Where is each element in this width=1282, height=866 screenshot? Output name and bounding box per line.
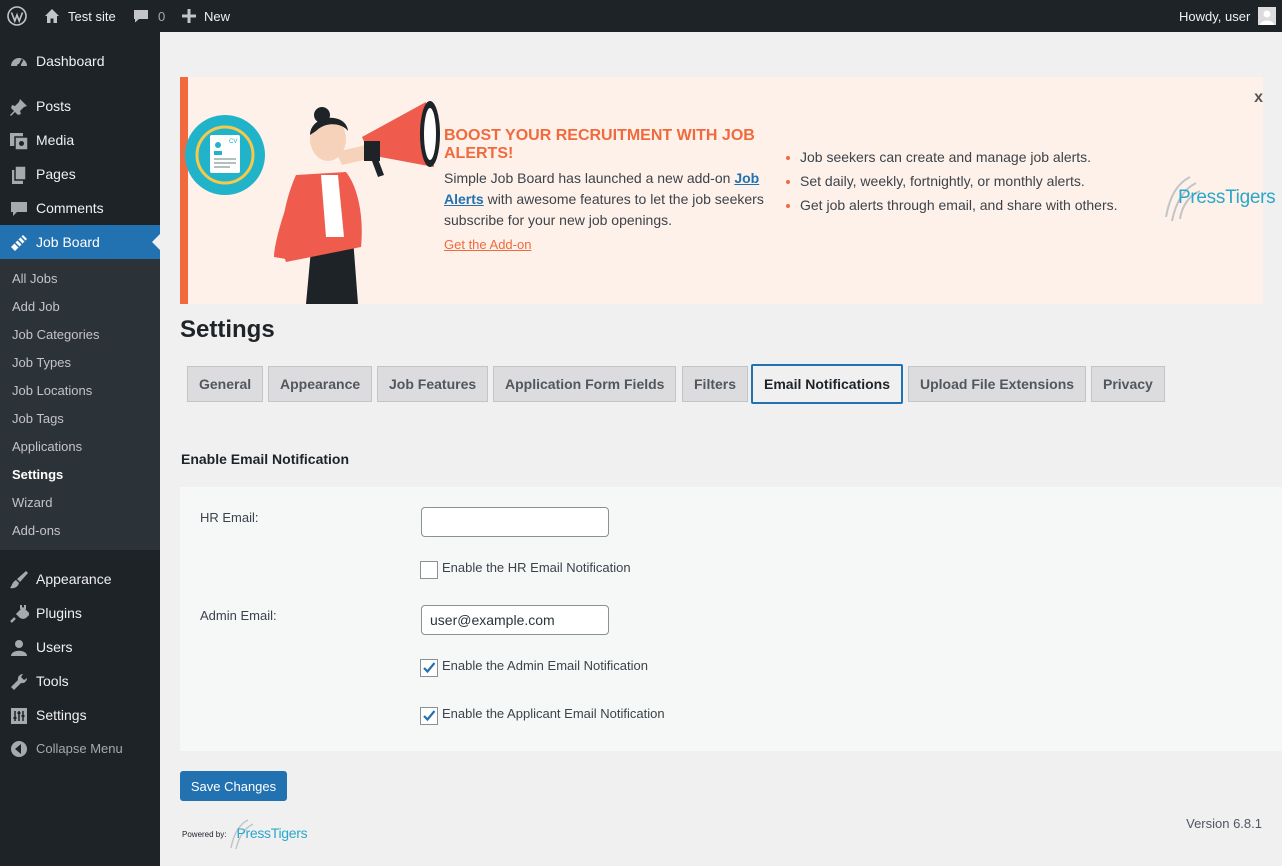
plus-icon	[182, 9, 196, 23]
sidebar-item-dashboard[interactable]: Dashboard	[0, 44, 160, 78]
submenu-job-types[interactable]: Job Types	[12, 355, 71, 370]
job-alerts-banner: CV BOOST YOUR RECRUITMENT WITH JOB ALERT…	[180, 77, 1276, 307]
admin-sidebar: Dashboard Posts Media Pages Comments Job…	[0, 32, 160, 866]
hr-email-input[interactable]	[421, 507, 609, 537]
site-name-link[interactable]: Test site	[44, 0, 116, 32]
banner-title: BOOST YOUR RECRUITMENT WITH JOB ALERTS!	[444, 127, 755, 162]
pages-icon	[9, 165, 29, 185]
collapse-arrow-icon	[9, 739, 29, 759]
section-title: Enable Email Notification	[181, 451, 350, 467]
banner-text-after: with awesome features to let the job see…	[444, 191, 764, 228]
dashboard-icon	[9, 52, 29, 72]
sidebar-item-plugins[interactable]: Plugins	[0, 596, 160, 630]
save-changes-button[interactable]: Save Changes	[180, 771, 287, 801]
job-board-submenu: All Jobs Add Job Job Categories Job Type…	[0, 259, 160, 550]
presstigers-banner-logo: PressTigers	[1160, 173, 1276, 223]
comments-count: 0	[158, 8, 166, 24]
banner-feature: Get job alerts through email, and share …	[786, 197, 1118, 221]
account-menu[interactable]: Howdy, user	[1179, 0, 1277, 32]
avatar	[1258, 7, 1277, 25]
admin-bar: Test site 0 New Howdy, user	[0, 0, 1282, 32]
presstigers-footer-logo-text: PressTigers	[236, 825, 308, 841]
submenu-wizard[interactable]: Wizard	[12, 495, 52, 510]
admin-email-checkbox-label: Enable the Admin Email Notification	[442, 658, 648, 673]
comment-icon	[9, 199, 29, 219]
sidebar-item-appearance[interactable]: Appearance	[0, 562, 160, 596]
new-content-link[interactable]: New	[182, 0, 230, 32]
submenu-add-ons[interactable]: Add-ons	[12, 523, 60, 538]
submenu-job-categories[interactable]: Job Categories	[12, 327, 99, 342]
page-title: Settings	[180, 316, 275, 343]
presstigers-footer-logo: PressTigers	[230, 818, 308, 850]
powered-by-label: Powered by:	[182, 829, 227, 839]
applicant-email-checkbox[interactable]	[420, 707, 438, 725]
banner-feature: Job seekers can create and manage job al…	[786, 149, 1118, 173]
applicant-email-checkbox-label: Enable the Applicant Email Notification	[442, 706, 665, 721]
sidebar-item-pages[interactable]: Pages	[0, 157, 160, 191]
hr-email-label: HR Email:	[200, 510, 259, 525]
sidebar-item-posts[interactable]: Posts	[0, 89, 160, 123]
users-icon	[9, 638, 29, 658]
site-name: Test site	[68, 8, 116, 24]
banner-feature: Set daily, weekly, fortnightly, or month…	[786, 173, 1118, 197]
sidebar-item-settings[interactable]: Settings	[0, 698, 160, 732]
hr-email-checkbox-label: Enable the HR Email Notification	[442, 560, 631, 575]
sidebar-item-job-board[interactable]: Job Board	[0, 225, 160, 259]
banner-feature-list: Job seekers can create and manage job al…	[786, 149, 1118, 221]
submenu-applications[interactable]: Applications	[12, 439, 82, 454]
submenu-job-locations[interactable]: Job Locations	[12, 383, 92, 398]
submenu-add-job[interactable]: Add Job	[12, 299, 60, 314]
checkmark-icon	[423, 662, 436, 674]
comments-link[interactable]: 0	[133, 0, 165, 32]
sidebar-item-comments[interactable]: Comments	[0, 191, 160, 225]
home-icon	[44, 8, 60, 24]
tab-appearance[interactable]: Appearance	[268, 366, 373, 402]
admin-email-input[interactable]	[421, 605, 609, 635]
collapse-menu-button[interactable]: Collapse Menu	[0, 731, 160, 765]
version-text: Version 6.8.1	[1186, 816, 1262, 831]
media-icon	[9, 131, 29, 151]
hr-email-checkbox[interactable]	[420, 561, 438, 579]
tab-upload-file-extensions[interactable]: Upload File Extensions	[908, 366, 1087, 402]
admin-email-checkbox[interactable]	[420, 659, 438, 677]
email-settings-panel: HR Email: Enable the HR Email Notificati…	[180, 487, 1282, 751]
tab-job-features[interactable]: Job Features	[377, 366, 489, 402]
sidebar-item-users[interactable]: Users	[0, 630, 160, 664]
checkmark-icon	[423, 710, 436, 722]
sliders-icon	[9, 706, 29, 726]
current-menu-arrow	[152, 234, 160, 250]
new-label: New	[204, 8, 231, 24]
tab-filters[interactable]: Filters	[682, 366, 749, 402]
cv-badge-illustration: CV	[185, 115, 265, 198]
tab-general[interactable]: General	[187, 366, 264, 402]
job-board-icon	[9, 233, 29, 253]
banner-close-button[interactable]: x	[1254, 89, 1263, 107]
comment-bubble-icon	[133, 8, 149, 24]
paintbrush-icon	[9, 570, 29, 590]
submenu-all-jobs[interactable]: All Jobs	[12, 271, 58, 286]
woman-megaphone-illustration	[266, 97, 448, 307]
wrench-icon	[9, 672, 29, 692]
admin-email-label: Admin Email:	[200, 608, 277, 623]
banner-description: Simple Job Board has launched a new add-…	[444, 168, 789, 231]
tab-privacy[interactable]: Privacy	[1091, 366, 1165, 402]
submenu-settings[interactable]: Settings	[12, 467, 63, 482]
get-addon-link[interactable]: Get the Add-on	[444, 237, 531, 252]
presstigers-logo-text: PressTigers	[1178, 187, 1276, 208]
plugin-icon	[9, 604, 31, 624]
submenu-job-tags[interactable]: Job Tags	[12, 411, 64, 426]
svg-text:CV: CV	[229, 139, 237, 145]
pin-icon	[9, 97, 29, 117]
powered-by: Powered by: PressTigers	[182, 818, 308, 850]
wordpress-logo-icon[interactable]	[7, 0, 27, 32]
sidebar-item-media[interactable]: Media	[0, 123, 160, 157]
banner-text-before: Simple Job Board has launched a new add-…	[444, 170, 735, 186]
tab-application-form-fields[interactable]: Application Form Fields	[493, 366, 677, 402]
greeting: Howdy, user	[1179, 8, 1251, 24]
tab-email-notifications[interactable]: Email Notifications	[751, 364, 904, 404]
sidebar-item-tools[interactable]: Tools	[0, 664, 160, 698]
